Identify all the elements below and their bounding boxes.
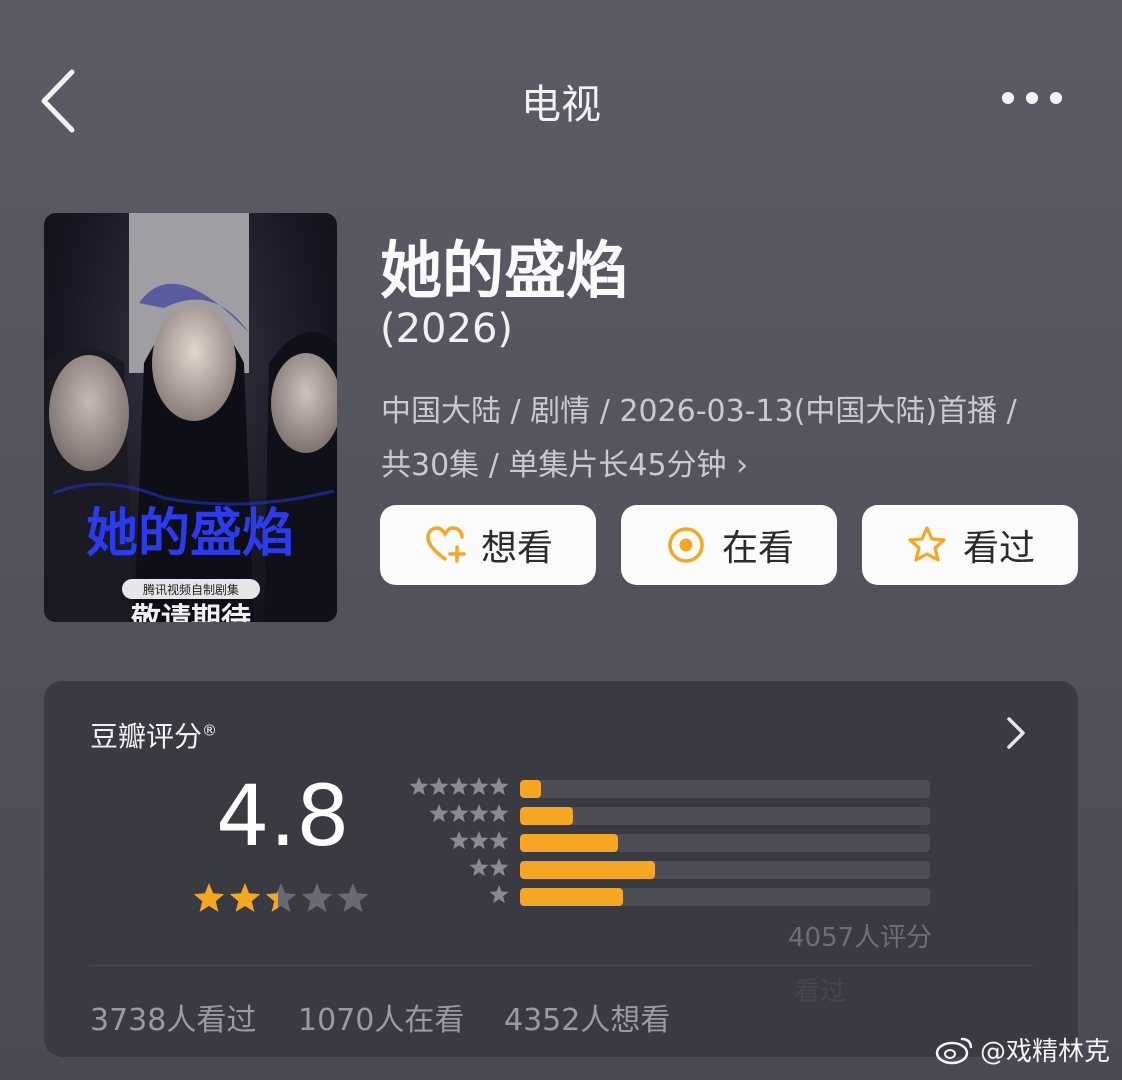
distribution-row-2-star: [399, 857, 939, 879]
distribution-bar-1-star: [520, 888, 623, 906]
ghost-text: 看过: [794, 977, 847, 1007]
rating-star-4: [301, 883, 333, 912]
stat-watching[interactable]: 1070人在看: [298, 995, 464, 1039]
poster-badge: 腾讯视频自制剧集: [143, 582, 239, 597]
watermark-text: @戏精林克: [979, 1037, 1110, 1067]
watching-label: 在看: [721, 528, 794, 569]
poster-title: 她的盛焰: [86, 504, 294, 564]
distribution-stars-3: [449, 831, 509, 850]
watermark: @戏精林克: [934, 1031, 1110, 1068]
target-circle-icon: [668, 527, 704, 563]
distribution-row-1-star: [399, 884, 939, 906]
weibo-icon: [935, 1037, 973, 1064]
more-dots-icon[interactable]: [1000, 86, 1064, 110]
watched-label: 看过: [962, 528, 1035, 569]
distribution-stars-4: [429, 804, 509, 823]
want-to-watch-button[interactable]: 想看: [380, 505, 596, 585]
star-outline-icon: [908, 526, 946, 562]
watched-button[interactable]: 看过: [862, 505, 1078, 585]
distribution-stars-2: [469, 858, 509, 877]
rating-title: 豆瓣评分®: [90, 715, 217, 755]
watching-button[interactable]: 在看: [621, 505, 837, 585]
rating-star-5: [337, 883, 369, 912]
stat-seen[interactable]: 3738人看过: [90, 995, 256, 1039]
distribution-track: [520, 861, 930, 879]
show-meta-line1[interactable]: 中国大陆 / 剧情 / 2026-03-13(中国大陆)首播 /: [381, 386, 1017, 430]
registered-mark: ®: [202, 721, 218, 740]
poster-bottom-text: 敬请期待: [130, 602, 251, 622]
distribution-bar-5-star: [520, 780, 541, 798]
show-title: 她的盛焰: [380, 234, 629, 307]
distribution-track: [520, 834, 930, 852]
divider: [90, 965, 1034, 966]
page-title: 电视: [521, 82, 601, 128]
top-bar: 电视: [0, 0, 1122, 200]
distribution-row-4-star: [399, 803, 939, 825]
distribution-track: [520, 807, 930, 825]
distribution-row-3-star: [399, 830, 939, 852]
distribution-stars-5: [409, 777, 509, 796]
poster[interactable]: 她的盛焰 腾讯视频自制剧集 敬请期待: [44, 213, 337, 622]
distribution-track: [520, 780, 930, 798]
rating-star-1: [193, 883, 225, 912]
rating-count: 4057人评分: [788, 923, 933, 953]
rating-card[interactable]: 豆瓣评分® 4.8 4057人评分 看过 3738人看过 1070人在看 435…: [44, 681, 1078, 1057]
chevron-right-icon[interactable]: [1004, 713, 1028, 753]
distribution-bar-2-star: [520, 861, 656, 879]
show-year: (2026): [380, 306, 514, 352]
rating-star-2: [229, 883, 261, 912]
want-to-watch-label: 想看: [480, 528, 553, 569]
distribution-row-5-star: [399, 776, 939, 798]
rating-score: 4.8: [216, 767, 350, 865]
rating-star-3: [265, 883, 297, 912]
distribution-bar-4-star: [520, 807, 574, 825]
rating-title-text: 豆瓣评分: [90, 720, 203, 753]
distribution-bar-3-star: [520, 834, 619, 852]
distribution-track: [520, 888, 930, 906]
distribution-stars-1: [489, 885, 509, 904]
heart-plus-icon: [426, 526, 466, 563]
rating-stars: [193, 883, 369, 912]
show-meta-line2[interactable]: 共30集 / 单集片长45分钟 ›: [381, 440, 748, 484]
stat-want[interactable]: 4352人想看: [504, 995, 670, 1039]
